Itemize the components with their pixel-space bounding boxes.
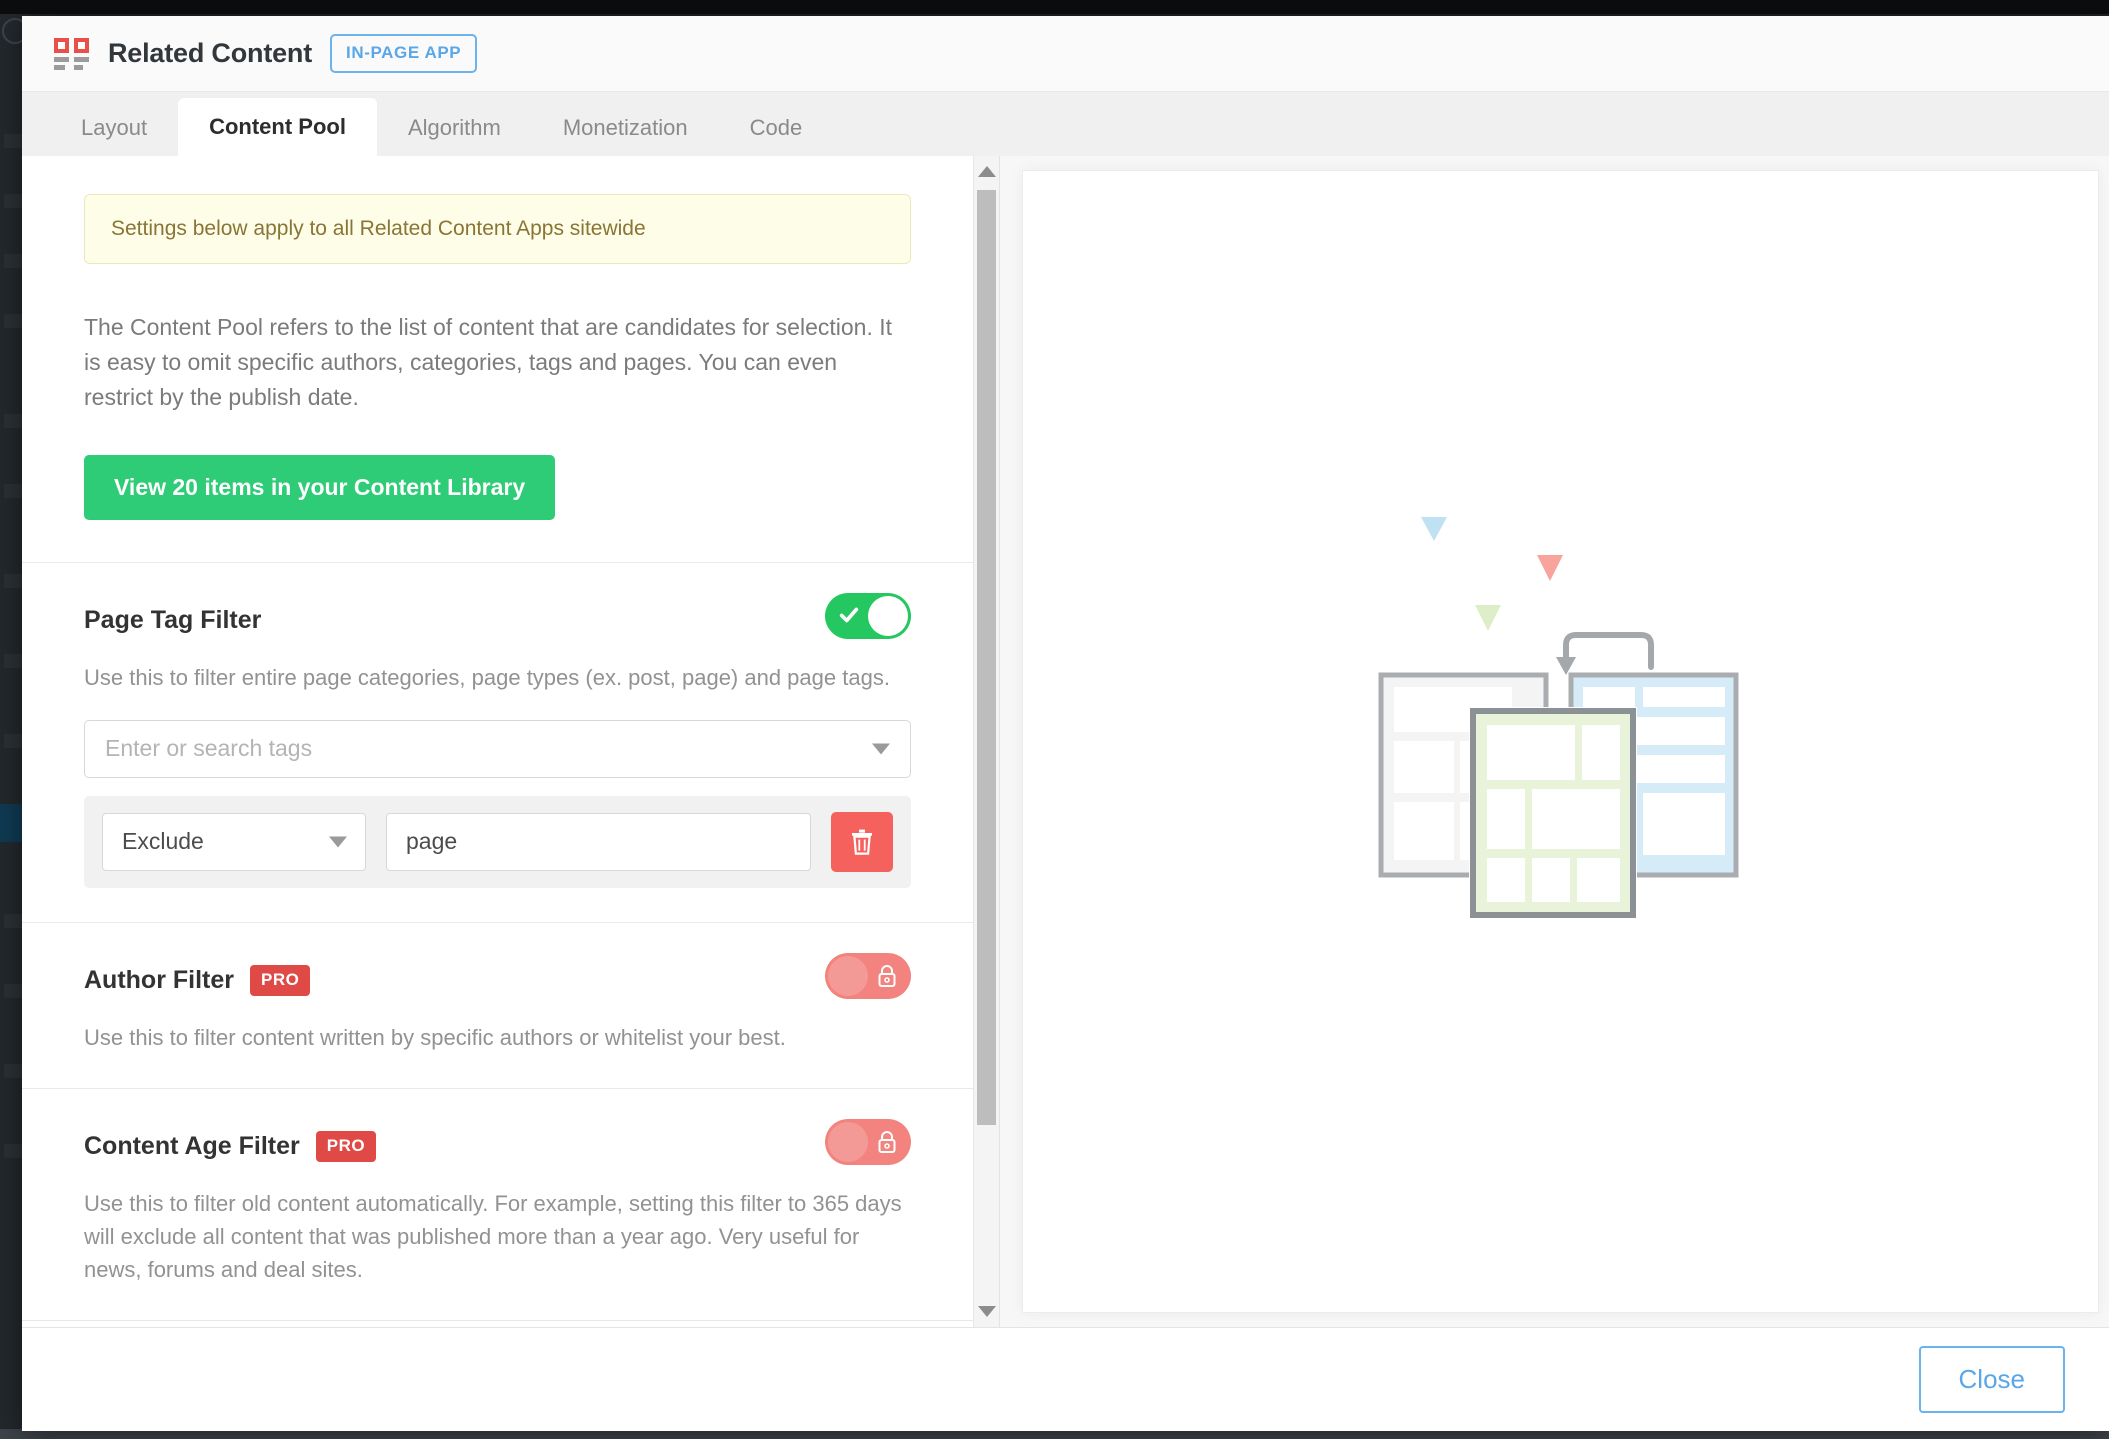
- caret-up-icon[interactable]: [977, 166, 996, 177]
- section-author-filter: Author Filter PRO Use this to filter con…: [22, 921, 973, 1088]
- chevron-down-icon: [872, 743, 890, 755]
- related-content-cards-illustration: [1378, 516, 1738, 919]
- section-title: Content Age Filter: [84, 1132, 300, 1161]
- wp-admin-bar: [0, 0, 2109, 14]
- delete-rule-button[interactable]: [831, 811, 893, 872]
- content-age-filter-toggle[interactable]: [825, 1118, 911, 1165]
- tag-search-input[interactable]: Enter or search tags: [84, 719, 911, 778]
- preview-canvas: [1022, 170, 2099, 1313]
- chevron-down-icon: [329, 836, 347, 848]
- modal-titlebar: Related Content IN-PAGE APP: [22, 16, 2109, 92]
- marker-triangle-green: [1474, 604, 1501, 631]
- caret-down-icon[interactable]: [977, 1306, 996, 1317]
- tab-bar: Layout Content Pool Algorithm Monetizati…: [22, 92, 2109, 156]
- pro-badge: PRO: [250, 965, 311, 997]
- section-page-tag-filter: Page Tag Filter Use this to filter entir…: [22, 561, 973, 922]
- check-icon: [839, 607, 859, 623]
- page-tag-filter-toggle[interactable]: [825, 592, 911, 639]
- view-content-library-button[interactable]: View 20 items in your Content Library: [84, 454, 556, 520]
- section-title: Author Filter: [84, 966, 234, 995]
- sitewide-notice: Settings below apply to all Related Cont…: [84, 194, 911, 264]
- related-content-modal: Related Content IN-PAGE APP Layout Conte…: [22, 16, 2109, 1431]
- page-title: Related Content: [108, 38, 313, 68]
- preview-column: [1000, 156, 2109, 1327]
- tab-algorithm[interactable]: Algorithm: [377, 100, 532, 156]
- section-content-age-filter: Content Age Filter PRO Use this to filte…: [22, 1087, 973, 1320]
- trash-icon: [852, 829, 872, 855]
- tag-rule-value-input[interactable]: page: [386, 812, 811, 871]
- settings-scroll-region[interactable]: Settings below apply to all Related Cont…: [22, 156, 973, 1327]
- tag-search-placeholder: Enter or search tags: [105, 735, 313, 762]
- pro-badge: PRO: [315, 1131, 377, 1163]
- tag-rule-mode-select[interactable]: Exclude: [102, 812, 366, 871]
- status-badge: IN-PAGE APP: [330, 34, 478, 73]
- modal-body: Settings below apply to all Related Cont…: [22, 156, 2109, 1327]
- scrollbar-thumb[interactable]: [977, 190, 996, 1125]
- lock-icon: [878, 964, 896, 987]
- modal-footer: Close: [22, 1327, 2109, 1431]
- marker-triangle-red: [1536, 554, 1563, 581]
- section-description: Use this to filter content written by sp…: [84, 1024, 786, 1050]
- content-pool-description: The Content Pool refers to the list of c…: [84, 314, 893, 410]
- marker-triangle-blue: [1420, 516, 1447, 541]
- settings-scrollbar[interactable]: [973, 156, 999, 1327]
- preview-card-green: [1468, 706, 1637, 919]
- tab-monetization[interactable]: Monetization: [532, 100, 719, 156]
- section-title: Page Tag Filter: [84, 606, 262, 635]
- tab-content-pool[interactable]: Content Pool: [178, 98, 377, 156]
- grid-layout-icon: [54, 37, 90, 70]
- tab-code[interactable]: Code: [719, 100, 834, 156]
- lock-icon: [878, 1130, 896, 1153]
- author-filter-toggle[interactable]: [825, 952, 911, 999]
- tag-rule-row: Exclude page: [84, 795, 911, 888]
- section-description: Use this to filter old content automatic…: [84, 1190, 902, 1282]
- settings-column: Settings below apply to all Related Cont…: [22, 156, 1000, 1327]
- tag-rule-mode-value: Exclude: [122, 828, 204, 855]
- tab-layout[interactable]: Layout: [50, 100, 178, 156]
- section-exclude-specific-pages: Exclude Specific Pages and Ads Paste URL…: [22, 1319, 973, 1327]
- section-description: Use this to filter entire page categorie…: [84, 664, 890, 690]
- close-button[interactable]: Close: [1918, 1346, 2065, 1413]
